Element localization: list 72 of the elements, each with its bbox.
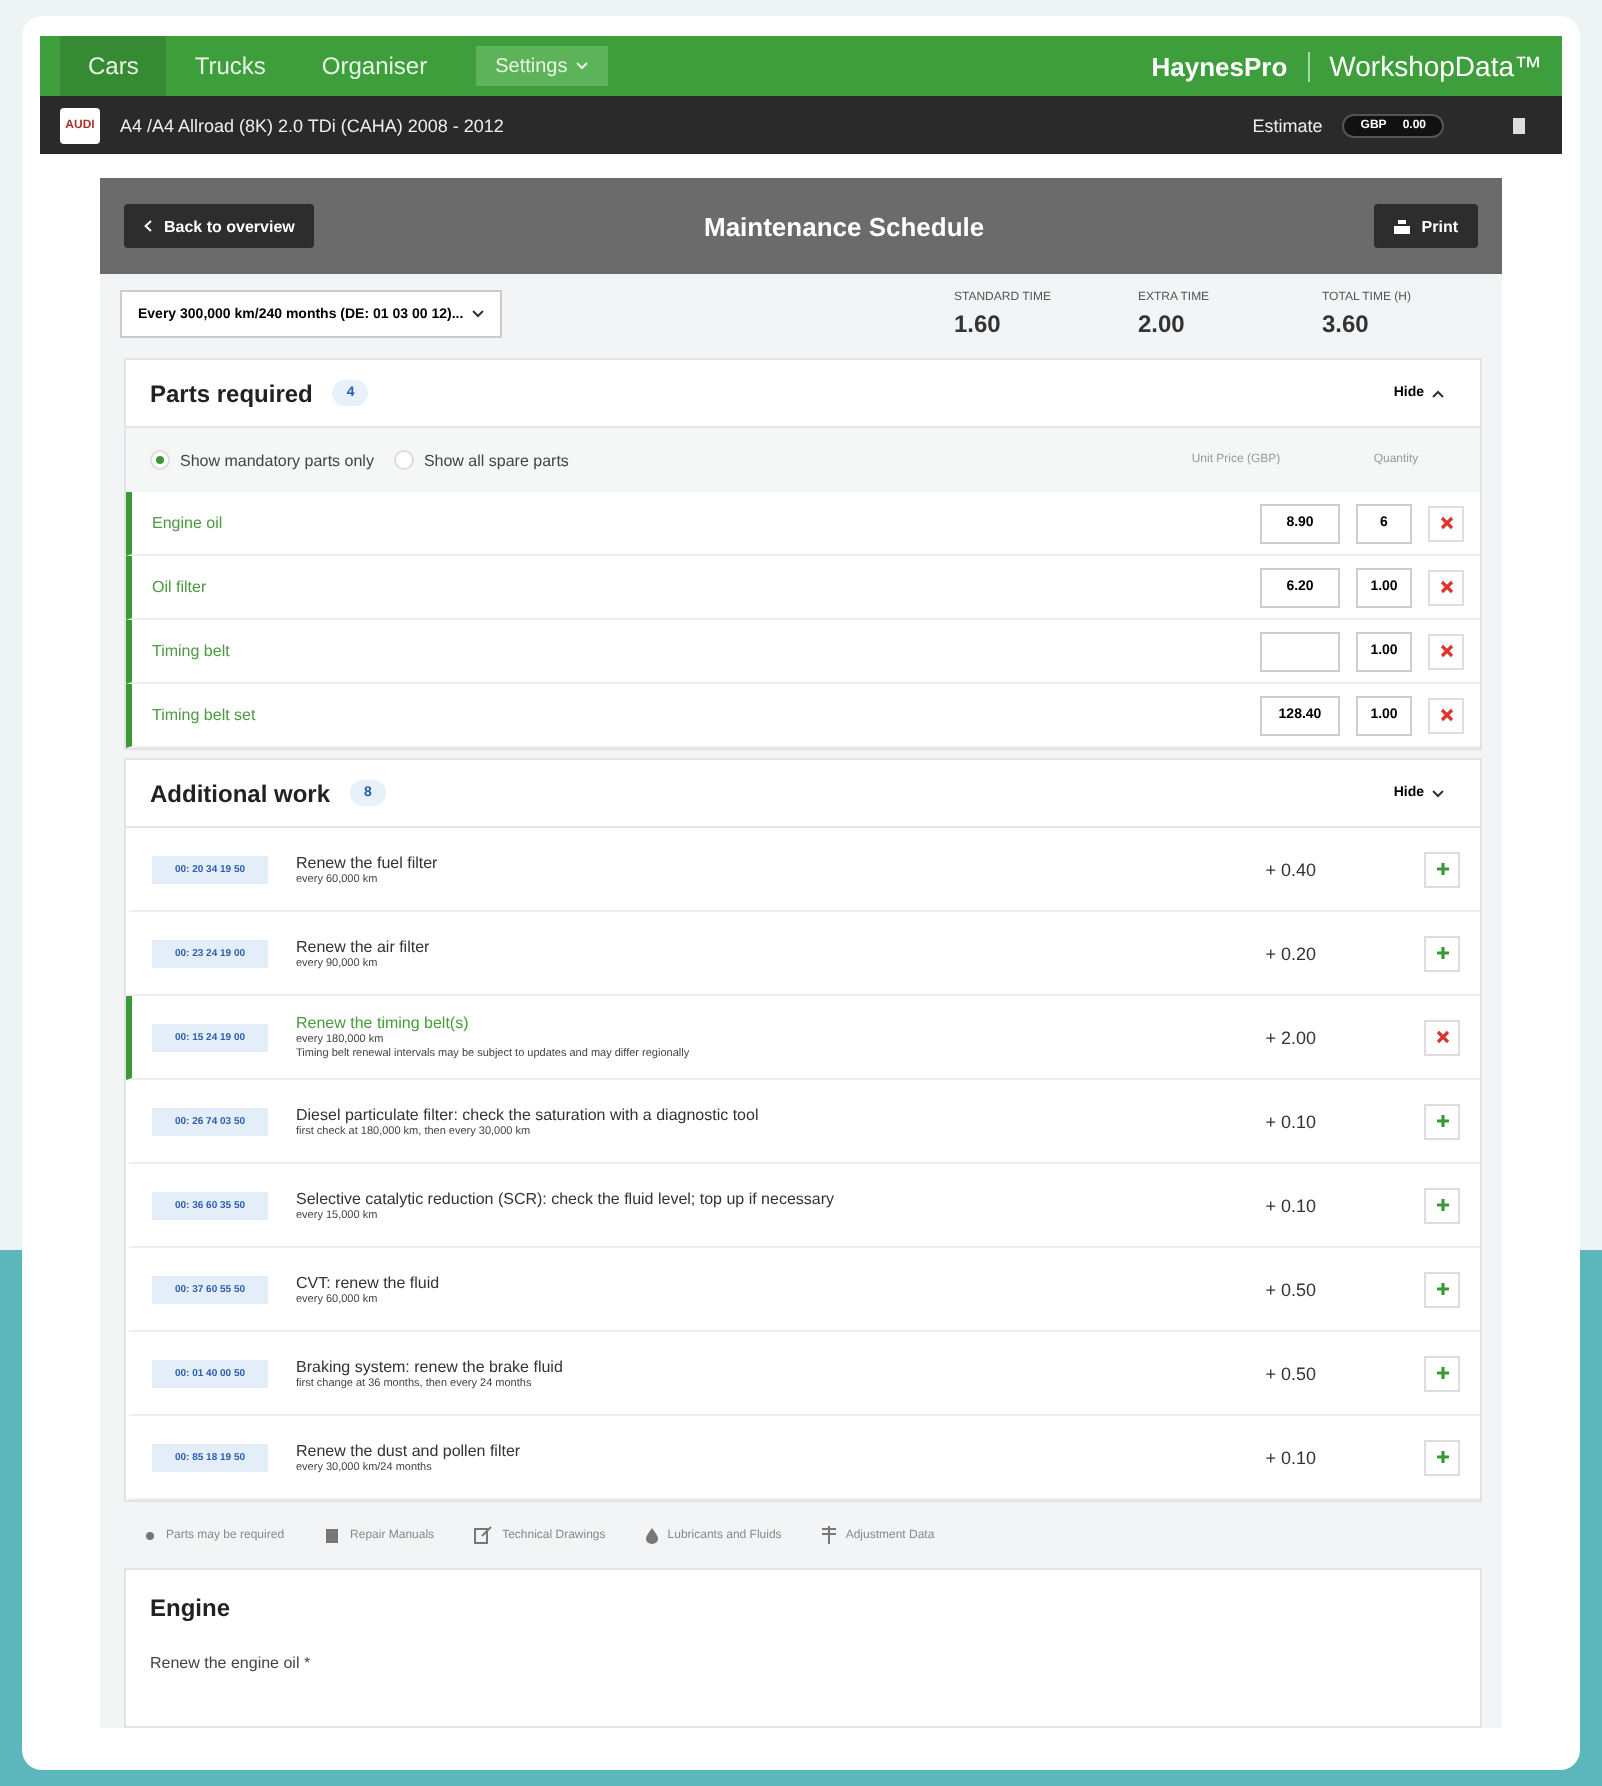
- add-button[interactable]: [1424, 1103, 1460, 1139]
- part-name: Engine oil: [152, 514, 225, 532]
- vehicle-title: A4 /A4 Allroad (8K) 2.0 TDi (CAHA) 2008 - 2012: [120, 115, 504, 135]
- work-time: + 0.10: [1263, 1447, 1316, 1467]
- radio-button[interactable]: [150, 450, 170, 470]
- work-time: + 0.40: [1263, 859, 1316, 879]
- close-icon: [1439, 644, 1453, 658]
- work-time: + 0.20: [1263, 943, 1316, 963]
- remove-button[interactable]: [1428, 633, 1464, 669]
- work-time: + 2.00: [1263, 1027, 1316, 1047]
- section-title: Additional work: [150, 779, 330, 807]
- work-title: Renew the dust and pollen filter: [296, 1441, 523, 1459]
- work-title: Renew the air filter: [296, 937, 432, 955]
- filter-label: Show mandatory parts only: [180, 451, 374, 469]
- estimate-label: Estimate: [1252, 115, 1323, 135]
- work-time: + 0.50: [1263, 1279, 1316, 1299]
- work-time: + 0.50: [1263, 1363, 1316, 1383]
- add-button[interactable]: [1424, 1187, 1460, 1223]
- work-time: + 0.10: [1263, 1111, 1316, 1131]
- caret-icon: [1432, 789, 1444, 797]
- time-value: 1.60: [954, 309, 1003, 337]
- close-icon: [1439, 580, 1453, 594]
- add-button[interactable]: [1424, 851, 1460, 887]
- work-title: Renew the fuel filter: [296, 853, 440, 871]
- task-title: Renew the engine oil *: [150, 1654, 313, 1672]
- work-title: Selective catalytic reduction (SCR): check the fluid level; top up if necessary: [296, 1189, 837, 1207]
- drop-icon: [645, 1527, 658, 1543]
- part-name: Timing belt set: [152, 706, 258, 724]
- brand-logo: HaynesPro: [1151, 51, 1310, 81]
- time-value: 3.60: [1322, 309, 1371, 337]
- time-value: 2.00: [1138, 309, 1187, 337]
- close-icon: [1439, 516, 1453, 530]
- plus-icon: [1435, 946, 1449, 960]
- print-button[interactable]: Print: [1373, 204, 1478, 248]
- price-field[interactable]: [1260, 631, 1340, 671]
- caret-icon: [471, 310, 484, 318]
- work-title: CVT: renew the fluid: [296, 1273, 442, 1291]
- plus-icon: [1435, 862, 1449, 876]
- add-button[interactable]: [1424, 1439, 1460, 1475]
- nav-tab[interactable]: Cars: [60, 36, 167, 96]
- add-button[interactable]: [1424, 1271, 1460, 1307]
- edit-icon: [474, 1526, 493, 1544]
- work-title: Braking system: renew the brake fluid: [296, 1357, 565, 1375]
- product-name: WorkshopData™: [1327, 50, 1542, 82]
- remove-button[interactable]: [1428, 697, 1464, 733]
- close-icon: [1435, 1030, 1449, 1044]
- back-button[interactable]: Back to overview: [124, 204, 315, 248]
- section-title: Parts required: [150, 379, 313, 407]
- plus-icon: [1435, 1282, 1449, 1296]
- caret-icon: [1432, 389, 1444, 397]
- plus-icon: [1435, 1198, 1449, 1212]
- remove-button[interactable]: [1424, 1019, 1460, 1055]
- remove-button[interactable]: [1428, 569, 1464, 605]
- filter-label: Show all spare parts: [423, 451, 569, 469]
- chevron-left-icon: [144, 220, 152, 232]
- close-icon: [1439, 708, 1453, 722]
- work-time: + 0.10: [1263, 1195, 1316, 1215]
- page-title: Maintenance Schedule: [701, 211, 987, 241]
- plus-icon: [1435, 1114, 1449, 1128]
- caret-icon: [575, 62, 588, 70]
- work-title: Renew the timing belt(s): [296, 1014, 471, 1032]
- plus-icon: [1435, 1450, 1449, 1464]
- radio-button[interactable]: [393, 450, 414, 470]
- work-title: Diesel particulate filter: check the saturation with a diagnostic tool: [296, 1105, 761, 1123]
- add-button[interactable]: [1424, 1355, 1460, 1391]
- remove-button[interactable]: [1428, 505, 1464, 541]
- add-button[interactable]: [1424, 935, 1460, 971]
- part-name: Oil filter: [152, 578, 209, 596]
- part-name: Timing belt: [152, 642, 232, 660]
- plus-icon: [1435, 1366, 1449, 1380]
- printer-icon: [1393, 219, 1410, 233]
- section-title: Engine: [150, 1594, 233, 1622]
